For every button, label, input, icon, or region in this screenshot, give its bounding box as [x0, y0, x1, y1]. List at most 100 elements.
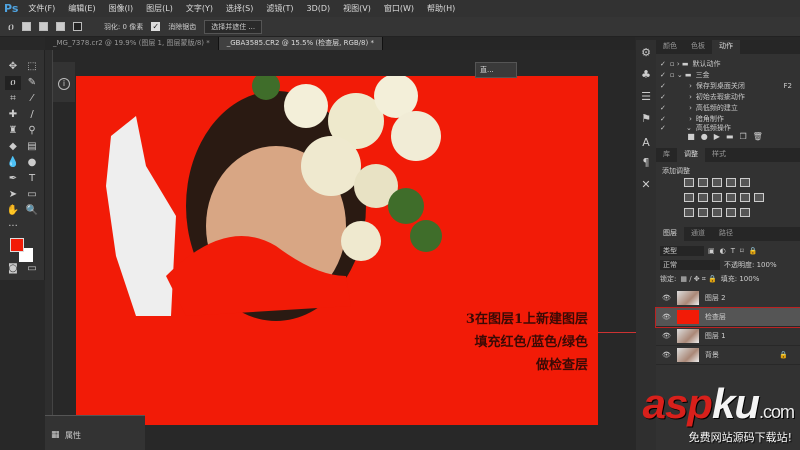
info-icon[interactable]: i	[58, 78, 70, 90]
character-icon[interactable]: ⚑	[638, 112, 654, 128]
lock-icons[interactable]: ▦ / ✥ ⌗ 🔒	[680, 275, 716, 284]
eraser-tool-icon[interactable]: ◆	[5, 140, 21, 154]
properties-title[interactable]: 属性	[65, 430, 81, 441]
watermark-tagline: 免费网站源码下载站!	[688, 431, 792, 444]
annotation-line-3: 做检查层	[535, 358, 588, 373]
healing-brush-icon[interactable]: ✚	[5, 108, 21, 122]
menu-layer[interactable]: 图层(L)	[146, 3, 173, 14]
add-selection-icon[interactable]	[38, 22, 48, 31]
stamp-tool-icon[interactable]: ♜	[5, 124, 21, 138]
properties-panel: ▦ 属性	[45, 415, 145, 450]
quick-select-tool-icon[interactable]: ✎	[24, 76, 40, 90]
blur-tool-icon[interactable]: 💧	[5, 156, 21, 170]
hand-tool-icon[interactable]: ✋	[5, 204, 21, 218]
actions-toolbar[interactable]: ■●▶▬❐🗑	[656, 132, 800, 144]
menu-image[interactable]: 图像(I)	[109, 3, 134, 14]
action-item[interactable]: ✓ › 初始去瑕疵动作	[656, 91, 800, 102]
crop-tool-icon[interactable]: ⌗	[5, 92, 21, 106]
dodge-tool-icon[interactable]: ●	[24, 156, 40, 170]
menu-type[interactable]: 文字(Y)	[186, 3, 213, 14]
blend-mode-select[interactable]: 正常	[660, 260, 720, 270]
fill-field[interactable]: 填充: 100%	[721, 274, 760, 284]
tab-libraries[interactable]: 库	[656, 148, 677, 162]
menu-filter[interactable]: 滤镜(T)	[266, 3, 293, 14]
opacity-field[interactable]: 不透明度: 100%	[724, 260, 777, 270]
layer-row[interactable]: 👁 背景 🔒	[656, 346, 800, 365]
zoom-tool-icon[interactable]: 🔍	[24, 204, 40, 218]
eye-icon[interactable]: 👁	[662, 351, 671, 359]
menu-edit[interactable]: 编辑(E)	[68, 3, 95, 14]
menu-select[interactable]: 选择(S)	[226, 3, 253, 14]
history-brush-icon[interactable]: ⚲	[24, 124, 40, 138]
feather-field[interactable]: 羽化: 0 像素	[104, 22, 143, 32]
lasso-icon[interactable]: ዐ	[8, 20, 14, 34]
paragraph-icon[interactable]: ¶	[638, 156, 654, 172]
layer-thumbnail	[676, 329, 699, 343]
action-item[interactable]: ✓ ▫ › ▬ 默认动作	[656, 58, 800, 69]
eyedropper-tool-icon[interactable]: ⁄	[24, 92, 40, 106]
new-selection-icon[interactable]	[21, 22, 31, 31]
tab-document-1[interactable]: _MG_7378.cr2 @ 19.9% (图层 1, 图层蒙版/8) *	[45, 37, 219, 50]
tab-channels[interactable]: 通道	[684, 227, 712, 241]
layer-row-selected[interactable]: 👁 检查层	[655, 307, 800, 328]
filter-type-select[interactable]: 类型	[660, 246, 704, 256]
tab-styles[interactable]: 样式	[705, 148, 733, 162]
tab-layers[interactable]: 图层	[656, 227, 684, 241]
pen-tool-icon[interactable]: ✒	[5, 172, 21, 186]
character-style-icon[interactable]: A	[638, 136, 654, 152]
clone-source-icon[interactable]: ♣	[638, 68, 654, 84]
document-tabs: _MG_7378.cr2 @ 19.9% (图层 1, 图层蒙版/8) * _G…	[45, 37, 635, 50]
tab-document-2[interactable]: _GBA3585.CR2 @ 15.5% (检查层, RGB/8) *	[218, 37, 383, 50]
eye-icon[interactable]: 👁	[662, 313, 671, 321]
antialias-label: 消除锯齿	[168, 22, 197, 31]
tab-paths[interactable]: 路径	[712, 227, 740, 241]
shape-tool-icon[interactable]: ▭	[24, 188, 40, 202]
more-tools-icon[interactable]: ···	[5, 220, 21, 234]
action-item[interactable]: ✓ › 保存到桌面关闭 F2	[656, 80, 800, 91]
filter-icons[interactable]: ▣◐T⌑🔒	[708, 247, 762, 255]
vertical-ruler	[45, 50, 53, 450]
brush-settings-icon[interactable]: ⚙	[638, 46, 654, 62]
menu-file[interactable]: 文件(F)	[28, 3, 55, 14]
screen-mode-icon[interactable]: ▭	[24, 262, 40, 276]
eye-icon[interactable]: 👁	[662, 332, 671, 340]
layer-thumbnail	[676, 291, 699, 305]
foreground-color-swatch[interactable]	[10, 238, 24, 252]
menu-view[interactable]: 视图(V)	[343, 3, 371, 14]
tab-actions[interactable]: 动作	[712, 40, 740, 54]
tools-crossed-icon[interactable]: ✕	[638, 178, 654, 194]
action-item[interactable]: ✓ ▫ ⌄ ▬ 三金	[656, 69, 800, 80]
select-and-mask-button[interactable]: 选择并遮住 ...	[204, 19, 263, 34]
document-canvas[interactable]: 3在图层1上新建图层 填充红色/蓝色/绿色 做检查层	[76, 76, 598, 425]
toolbox: ✥ ⬚ ዐ ✎ ⌗ ⁄ ✚ / ♜ ⚲ ◆ ▤ 💧 ● ✒ T ➤ ▭ ✋ 🔍 …	[0, 50, 45, 280]
eye-icon[interactable]: 👁	[662, 294, 671, 302]
tab-color[interactable]: 颜色	[656, 40, 684, 54]
add-adjustment-label: 添加调整	[662, 167, 690, 175]
menu-help[interactable]: 帮助(H)	[427, 3, 455, 14]
move-tool-icon[interactable]: ✥	[5, 60, 21, 74]
subtract-selection-icon[interactable]	[55, 22, 65, 31]
tab-swatches[interactable]: 色板	[684, 40, 712, 54]
layers-panel-tabs: 图层 通道 路径	[656, 227, 800, 241]
action-item[interactable]: ✓ › 高低频的建立	[656, 102, 800, 113]
marquee-tool-icon[interactable]: ⬚	[24, 60, 40, 74]
antialias-checkbox[interactable]: ✓	[151, 22, 161, 31]
path-select-icon[interactable]: ➤	[5, 188, 21, 202]
tool-presets-icon[interactable]: ☰	[638, 90, 654, 106]
layer-row[interactable]: 👁 图层 1	[656, 327, 800, 346]
brush-tool-icon[interactable]: /	[24, 108, 40, 122]
intersect-selection-icon[interactable]	[72, 22, 82, 31]
menu-3d[interactable]: 3D(D)	[306, 4, 330, 13]
quick-mask-icon[interactable]: ◙	[5, 262, 21, 276]
menu-bar: Ps 文件(F) 编辑(E) 图像(I) 图层(L) 文字(Y) 选择(S) 滤…	[0, 0, 800, 17]
layer-row[interactable]: 👁 图层 2	[656, 289, 800, 308]
actions-panel-tabs: 颜色 色板 动作	[656, 40, 800, 54]
adjustment-icons[interactable]	[662, 176, 794, 221]
lasso-tool-icon[interactable]: ዐ	[5, 76, 21, 90]
menu-window[interactable]: 窗口(W)	[384, 3, 414, 14]
gradient-tool-icon[interactable]: ▤	[24, 140, 40, 154]
type-tool-icon[interactable]: T	[24, 172, 40, 186]
action-item[interactable]: ✓ ⌄ 高低频操作	[656, 124, 800, 132]
tab-adjustments[interactable]: 调整	[677, 148, 705, 162]
action-item[interactable]: ✓ › 暗角制作	[656, 113, 800, 124]
